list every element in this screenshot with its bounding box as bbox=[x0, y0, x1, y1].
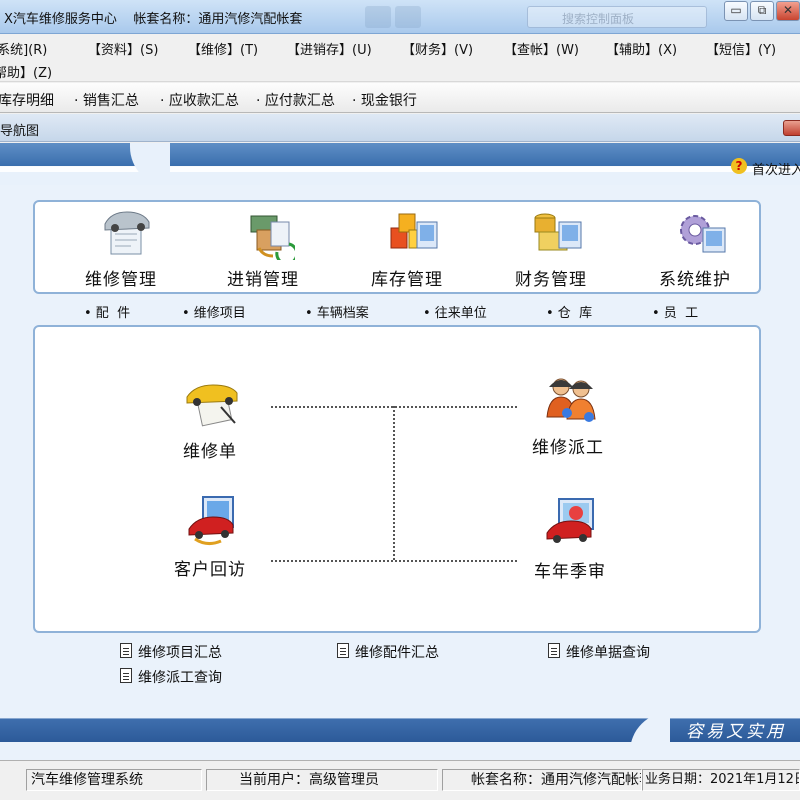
search-placeholder: 搜索控制面板 bbox=[562, 12, 635, 26]
connector-line bbox=[271, 560, 517, 562]
status-current-user: 当前用户：高级管理员 bbox=[206, 769, 438, 791]
node-label: 客户回访 bbox=[174, 560, 246, 580]
menu-sms[interactable]: 【短信】(Y) bbox=[706, 39, 776, 58]
module-finance[interactable]: 财务管理 bbox=[481, 202, 621, 292]
link-warehouse[interactable]: • 仓 库 bbox=[546, 302, 592, 321]
report-repair-order-query[interactable]: 维修单据查询 bbox=[566, 642, 650, 662]
minimize-button[interactable]: ▭ bbox=[724, 1, 748, 21]
maximize-button[interactable]: ⧉ bbox=[750, 1, 774, 21]
slogan: 容易又实用 bbox=[686, 722, 786, 742]
module-label: 库存管理 bbox=[371, 270, 443, 290]
menu-inventory[interactable]: 【进销存】(U) bbox=[287, 39, 372, 58]
document-icon bbox=[548, 643, 560, 658]
quick-bar: 库存明细 · 销售汇总 · 应收款汇总 · 应付款汇总 · 现金银行 bbox=[0, 83, 800, 113]
purchase-sales-icon bbox=[250, 215, 295, 260]
link-repair-items[interactable]: • 维修项目 bbox=[182, 302, 246, 321]
module-panel: 维修管理 进销管理 库存管理 财务管理 系统维护 bbox=[33, 200, 761, 294]
node-dispatch[interactable]: 维修派工 bbox=[513, 367, 623, 467]
basic-data-links: • 配 件 • 维修项目 • 车辆档案 • 往来单位 • 仓 库 • 员 工 bbox=[0, 300, 800, 322]
module-repair[interactable]: 维修管理 bbox=[51, 202, 191, 292]
module-system[interactable]: 系统维护 bbox=[625, 202, 765, 292]
panel-title-bar: 导航图 bbox=[0, 114, 800, 142]
navigation-content: ? 首次进入 维修管理 进销管理 库存管理 财务管理 系统维护 • 配 件 • … bbox=[0, 143, 800, 760]
car-document-icon bbox=[186, 384, 238, 427]
module-inventory[interactable]: 库存管理 bbox=[337, 202, 477, 292]
node-label: 维修派工 bbox=[532, 438, 604, 458]
inventory-icon bbox=[390, 213, 438, 249]
module-label: 进销管理 bbox=[227, 270, 299, 290]
document-icon bbox=[337, 643, 349, 658]
window-title: X汽车维修服务中心 帐套名称：通用汽修汽配帐套 bbox=[4, 12, 303, 27]
report-links: 维修项目汇总 维修配件汇总 维修单据查询 维修派工查询 bbox=[0, 638, 800, 694]
menu-bar: [系统](R) 【资料】(S) 【维修】(T) 【进销存】(U) 【财务】(V)… bbox=[0, 34, 800, 82]
band-wave bbox=[630, 712, 670, 742]
link-vehicle-files[interactable]: • 车辆档案 bbox=[305, 302, 369, 321]
status-system-name: 汽车维修管理系统 bbox=[26, 769, 202, 791]
module-purchase-sales[interactable]: 进销管理 bbox=[193, 202, 333, 292]
link-partners[interactable]: • 往来单位 bbox=[423, 302, 487, 321]
menu-help[interactable]: 帮助】(Z) bbox=[0, 62, 52, 81]
repair-flow-panel: 维修单 维修派工 客户回访 车年季审 bbox=[33, 325, 761, 633]
first-run-link[interactable]: 首次进入 bbox=[752, 159, 800, 178]
report-repair-items-summary[interactable]: 维修项目汇总 bbox=[138, 642, 222, 662]
menu-finance[interactable]: 【财务】(V) bbox=[402, 39, 473, 58]
panel-title: 导航图 bbox=[0, 124, 40, 139]
inspection-icon bbox=[546, 498, 594, 543]
menu-system[interactable]: [系统](R) bbox=[0, 39, 47, 58]
quick-cash-bank[interactable]: · 现金银行 bbox=[352, 90, 417, 110]
finance-icon bbox=[534, 213, 582, 251]
menu-ledger[interactable]: 【查帐】(W) bbox=[504, 39, 579, 58]
module-label: 财务管理 bbox=[515, 270, 587, 290]
system-gear-icon bbox=[680, 215, 726, 253]
link-parts[interactable]: • 配 件 bbox=[84, 302, 130, 321]
status-account: 帐套名称：通用汽修汽配帐套 bbox=[442, 769, 642, 791]
customer-visit-icon bbox=[188, 496, 234, 546]
module-label: 维修管理 bbox=[85, 270, 157, 290]
ghost-button bbox=[395, 6, 421, 28]
title-bar: X汽车维修服务中心 帐套名称：通用汽修汽配帐套 搜索控制面板 ▭ ⧉ ✕ bbox=[0, 0, 800, 34]
band-wave bbox=[130, 143, 170, 185]
node-annual-inspection[interactable]: 车年季审 bbox=[515, 491, 625, 591]
footer-band: 容易又实用 bbox=[0, 708, 800, 742]
report-repair-parts-summary[interactable]: 维修配件汇总 bbox=[355, 642, 439, 662]
document-icon bbox=[120, 643, 132, 658]
report-dispatch-query[interactable]: 维修派工查询 bbox=[138, 667, 222, 687]
quick-receivable-summary[interactable]: · 应收款汇总 bbox=[160, 90, 239, 110]
menu-repair[interactable]: 【维修】(T) bbox=[188, 39, 258, 58]
node-label: 车年季审 bbox=[534, 562, 606, 582]
car-repair-icon bbox=[104, 211, 150, 255]
node-repair-order[interactable]: 维修单 bbox=[155, 371, 265, 471]
node-customer-visit[interactable]: 客户回访 bbox=[155, 489, 265, 589]
panel-close-button[interactable] bbox=[783, 120, 800, 136]
menu-aux[interactable]: 【辅助】(X) bbox=[606, 39, 677, 58]
band-stripe bbox=[0, 166, 800, 172]
header-band bbox=[0, 143, 800, 185]
ghost-button bbox=[365, 6, 391, 28]
help-icon[interactable]: ? bbox=[731, 158, 747, 174]
quick-stock-detail[interactable]: 库存明细 bbox=[0, 90, 54, 110]
link-staff[interactable]: • 员 工 bbox=[652, 302, 698, 321]
module-label: 系统维护 bbox=[659, 270, 731, 290]
status-bar: 汽车维修管理系统 当前用户：高级管理员 帐套名称：通用汽修汽配帐套 业务日期：2… bbox=[0, 760, 800, 800]
quick-sales-summary[interactable]: · 销售汇总 bbox=[74, 90, 139, 110]
menu-data[interactable]: 【资料】(S) bbox=[88, 39, 158, 58]
status-business-date: 业务日期：2021年1月12日 bbox=[642, 769, 800, 791]
node-label: 维修单 bbox=[183, 442, 237, 462]
document-icon bbox=[120, 668, 132, 683]
mechanics-icon bbox=[546, 378, 596, 422]
close-button[interactable]: ✕ bbox=[776, 1, 800, 21]
connector-line bbox=[393, 406, 395, 560]
quick-payable-summary[interactable]: · 应付款汇总 bbox=[256, 90, 335, 110]
search-box[interactable]: 搜索控制面板 bbox=[527, 6, 707, 28]
